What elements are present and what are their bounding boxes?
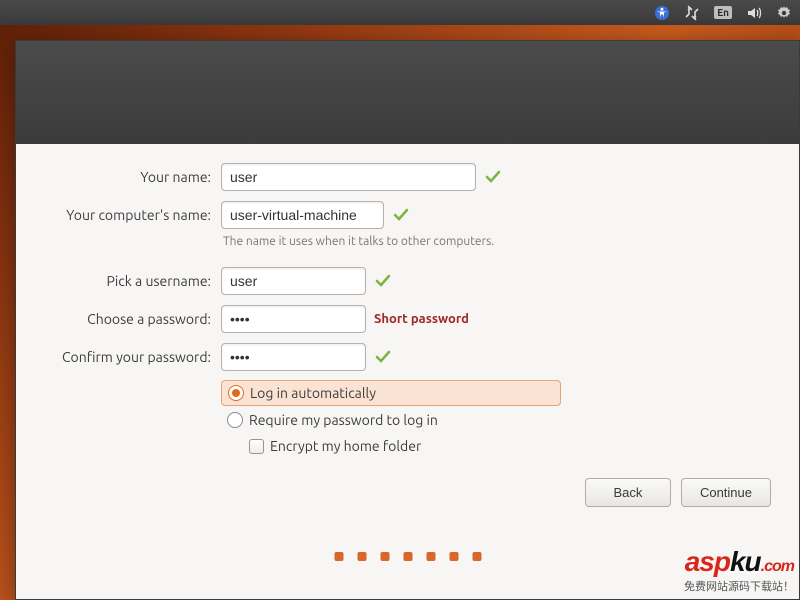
checkmark-icon [374, 348, 392, 366]
checkbox-encrypt-home[interactable]: Encrypt my home folder [243, 434, 561, 458]
confirm-password-label: Confirm your password: [46, 349, 221, 365]
progress-dot [334, 552, 343, 561]
back-button[interactable]: Back [585, 478, 671, 507]
username-label: Pick a username: [46, 273, 221, 289]
checkmark-icon [392, 206, 410, 224]
volume-icon[interactable] [746, 5, 762, 21]
system-top-bar: En [0, 0, 800, 25]
password-input[interactable] [221, 305, 366, 333]
radio-icon [227, 412, 243, 428]
progress-dot [357, 552, 366, 561]
checkbox-icon [249, 439, 264, 454]
radio-label: Log in automatically [250, 385, 376, 401]
continue-button[interactable]: Continue [681, 478, 771, 507]
installer-window: Your name: Your computer's name: The nam… [15, 40, 800, 600]
radio-login-automatically[interactable]: Log in automatically [221, 380, 561, 406]
window-header [16, 41, 799, 144]
checkmark-icon [374, 272, 392, 290]
user-setup-form: Your name: Your computer's name: The nam… [16, 144, 799, 476]
confirm-password-input[interactable] [221, 343, 366, 371]
computer-name-input[interactable] [221, 201, 384, 229]
password-label: Choose a password: [46, 311, 221, 327]
keyboard-layout-indicator[interactable]: En [714, 6, 732, 19]
accessibility-icon[interactable] [654, 5, 670, 21]
progress-dots [334, 552, 481, 561]
progress-dot [449, 552, 458, 561]
network-icon[interactable] [684, 5, 700, 21]
progress-dot [426, 552, 435, 561]
progress-dot [403, 552, 412, 561]
wizard-button-bar: Back Continue [585, 478, 771, 507]
password-strength-warning: Short password [374, 312, 469, 326]
username-input[interactable] [221, 267, 366, 295]
progress-dot [380, 552, 389, 561]
your-name-input[interactable] [221, 163, 476, 191]
radio-label: Require my password to log in [249, 412, 438, 428]
computer-name-label: Your computer's name: [46, 207, 221, 223]
your-name-label: Your name: [46, 169, 221, 185]
settings-gear-icon[interactable] [776, 5, 792, 21]
computer-name-hint: The name it uses when it talks to other … [221, 235, 494, 248]
progress-dot [472, 552, 481, 561]
radio-icon [228, 385, 244, 401]
checkmark-icon [484, 168, 502, 186]
checkbox-label: Encrypt my home folder [270, 438, 421, 454]
radio-require-password[interactable]: Require my password to log in [221, 408, 561, 432]
